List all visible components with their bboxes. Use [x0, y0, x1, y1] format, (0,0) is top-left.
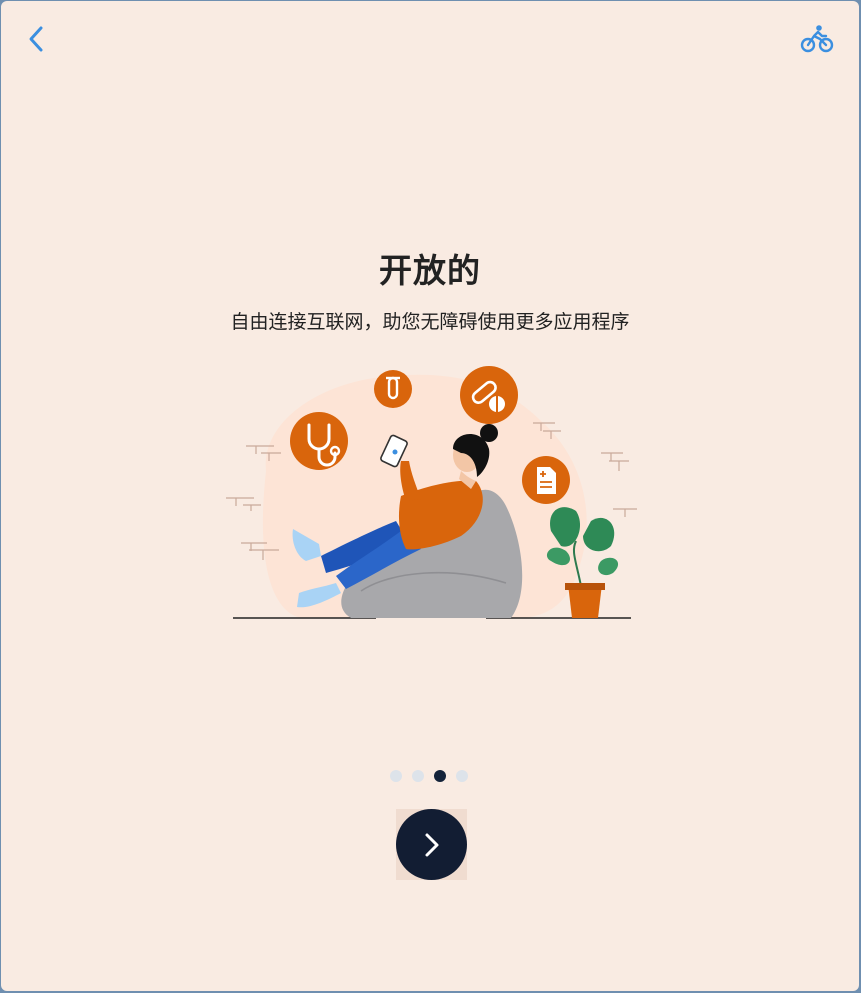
chevron-left-icon [29, 26, 43, 52]
medical-report-circle-icon [522, 456, 570, 504]
back-button[interactable] [19, 21, 55, 57]
onboarding-illustration [226, 366, 637, 619]
bicycle-icon [800, 25, 834, 53]
next-button[interactable] [396, 809, 467, 880]
onboarding-window: 开放的 自由连接互联网，助您无障碍使用更多应用程序 [1, 1, 859, 991]
pagination-dots [390, 770, 468, 782]
stethoscope-circle-icon [290, 412, 348, 470]
bicycle-button[interactable] [799, 21, 835, 57]
next-button-container [396, 809, 467, 880]
test-tube-circle-icon [374, 370, 412, 408]
page-dot-1[interactable] [390, 770, 402, 782]
page-dot-2[interactable] [412, 770, 424, 782]
pill-circle-icon [460, 366, 518, 424]
page-dot-3-active[interactable] [434, 770, 446, 782]
page-dot-4[interactable] [456, 770, 468, 782]
page-subtitle: 自由连接互联网，助您无障碍使用更多应用程序 [230, 311, 630, 333]
page-title: 开放的 [379, 251, 481, 290]
chevron-right-icon [425, 833, 438, 856]
